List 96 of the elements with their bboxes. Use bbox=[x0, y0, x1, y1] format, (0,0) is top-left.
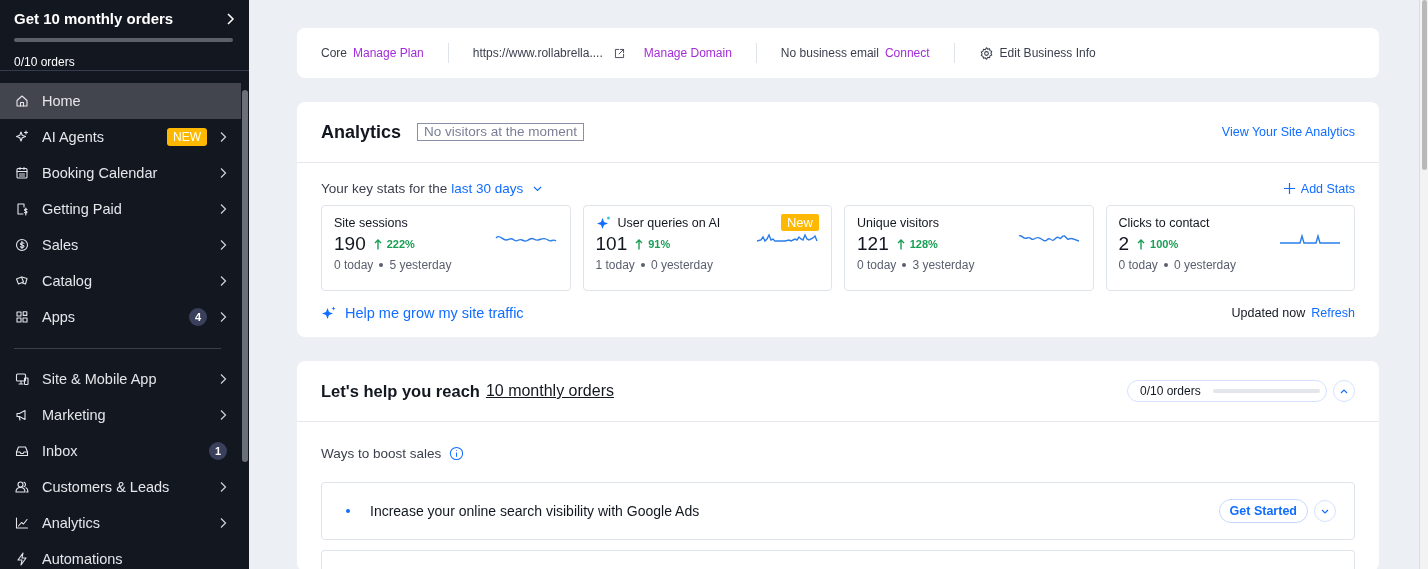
invoice-icon bbox=[14, 201, 30, 217]
info-icon[interactable] bbox=[449, 446, 465, 461]
add-stats-button[interactable]: Add Stats bbox=[1283, 181, 1355, 196]
count-badge: 1 bbox=[209, 442, 227, 460]
new-badge: New bbox=[781, 214, 819, 231]
nav-item[interactable]: Home bbox=[0, 83, 241, 119]
get-started-button[interactable]: Get Started bbox=[1218, 499, 1308, 523]
connect-link[interactable]: Connect bbox=[884, 46, 930, 60]
task-row[interactable]: Increase your online search visibility with Google Ads Get Started bbox=[321, 482, 1355, 540]
stat-value: 121 bbox=[857, 233, 889, 255]
status-badge: No visitors at the moment bbox=[417, 123, 585, 141]
section-title: Analytics bbox=[321, 121, 402, 143]
scrollbar[interactable] bbox=[1419, 0, 1428, 569]
manage-plan-link[interactable]: Manage Plan bbox=[353, 46, 424, 60]
stat-yesterday: 3 yesterday bbox=[912, 258, 975, 272]
nav-item[interactable]: Automations bbox=[0, 541, 241, 569]
nav-item[interactable]: Getting Paid bbox=[0, 191, 241, 227]
chevron-down-icon bbox=[533, 185, 543, 192]
stat-title: Unique visitors bbox=[857, 215, 939, 230]
sparkline bbox=[1017, 234, 1080, 242]
stat-title: Clicks to contact bbox=[1118, 215, 1210, 230]
stat-today: 0 today bbox=[1118, 258, 1158, 272]
nav-item[interactable]: Site & Mobile App bbox=[0, 361, 241, 397]
nav-item[interactable]: Catalog bbox=[0, 263, 241, 299]
goal-button[interactable]: Get 10 monthly orders bbox=[14, 10, 235, 27]
stat-today: 0 today bbox=[857, 258, 897, 272]
calendar-icon bbox=[14, 165, 30, 181]
nav-item[interactable]: Marketing bbox=[0, 397, 241, 433]
nav-item[interactable]: AI Agents NEW bbox=[0, 119, 241, 155]
stat-change: 91% bbox=[635, 238, 671, 250]
stat-card[interactable]: Clicks to contact 2 100% 0 today 0 yesterday bbox=[1105, 205, 1355, 291]
sparkline bbox=[756, 233, 818, 243]
stats-label: Your key stats for the bbox=[321, 181, 448, 196]
sparkle-icon bbox=[321, 305, 337, 321]
chevron-right-icon bbox=[226, 11, 235, 26]
edit-business-info-link[interactable]: Edit Business Info bbox=[999, 46, 1096, 60]
inbox-icon bbox=[14, 443, 30, 459]
arrow-up-icon bbox=[373, 238, 382, 250]
goal-link[interactable]: 10 monthly orders bbox=[485, 382, 614, 400]
stat-card[interactable]: Site sessions 190 222% 0 today 5 yesterday bbox=[321, 205, 571, 291]
expand-button[interactable] bbox=[1314, 500, 1336, 522]
manage-domain-link[interactable]: Manage Domain bbox=[643, 46, 732, 60]
stat-value: 190 bbox=[334, 233, 366, 255]
sparkline bbox=[1279, 233, 1341, 244]
stat-card[interactable]: User queries on AI New 101 91% 1 today 0 yesterday bbox=[582, 205, 832, 291]
nav-item[interactable]: Sales bbox=[0, 227, 241, 263]
count-badge: 4 bbox=[189, 308, 207, 326]
section-title: Let's help you reach bbox=[321, 381, 480, 401]
arrow-up-icon bbox=[1137, 238, 1146, 250]
task-row[interactable] bbox=[321, 550, 1355, 569]
domain-url: https://www.rollabrella.... bbox=[472, 46, 603, 60]
stat-title: Site sessions bbox=[334, 215, 408, 230]
stat-card[interactable]: Unique visitors 121 128% 0 today 3 yesterday bbox=[844, 205, 1094, 291]
section-subtitle: Ways to boost sales bbox=[321, 446, 442, 461]
stat-yesterday: 5 yesterday bbox=[389, 258, 452, 272]
chevron-down-icon bbox=[1321, 508, 1329, 514]
period-dropdown[interactable]: last 30 days bbox=[451, 181, 543, 196]
nav-item[interactable]: Inbox 1 bbox=[0, 433, 241, 469]
stat-yesterday: 0 yesterday bbox=[650, 258, 713, 272]
stat-change: 128% bbox=[896, 238, 938, 250]
task-text: Increase your online search visibility with Google Ads bbox=[370, 503, 700, 519]
help-grow-traffic-link[interactable]: Help me grow my site traffic bbox=[321, 305, 524, 321]
stat-today: 0 today bbox=[334, 258, 374, 272]
arrow-up-icon bbox=[635, 238, 644, 250]
nav-item[interactable]: Booking Calendar bbox=[0, 155, 241, 191]
nav-item[interactable]: Apps 4 bbox=[0, 299, 241, 335]
people-icon bbox=[14, 479, 30, 495]
nav-item[interactable]: Analytics bbox=[0, 505, 241, 541]
stat-change: 222% bbox=[373, 238, 415, 250]
new-badge: NEW bbox=[167, 128, 207, 146]
devices-icon bbox=[14, 371, 30, 387]
sparkline bbox=[494, 235, 557, 242]
plus-icon bbox=[1283, 183, 1295, 194]
arrow-up-icon bbox=[896, 238, 905, 250]
stat-value: 2 bbox=[1118, 233, 1130, 255]
collapse-button[interactable] bbox=[1333, 380, 1355, 402]
stat-change: 100% bbox=[1137, 238, 1179, 250]
stat-today: 1 today bbox=[595, 258, 635, 272]
chevron-up-icon bbox=[1340, 388, 1348, 394]
progress-text: 0/10 orders bbox=[14, 55, 75, 69]
stat-yesterday: 0 yesterday bbox=[1173, 258, 1236, 272]
plan-name: Core bbox=[321, 46, 347, 60]
home-icon bbox=[14, 93, 30, 109]
apps-icon bbox=[14, 309, 30, 325]
chart-icon bbox=[14, 515, 30, 531]
external-link-icon bbox=[612, 46, 626, 60]
email-status: No business email bbox=[780, 46, 879, 60]
stat-title: User queries on AI bbox=[617, 215, 721, 230]
view-analytics-link[interactable]: View Your Site Analytics bbox=[1221, 125, 1355, 139]
settings-icon bbox=[978, 45, 994, 61]
dollar-icon bbox=[14, 237, 30, 253]
scrollbar[interactable] bbox=[242, 90, 248, 462]
refresh-link[interactable]: Refresh bbox=[1311, 306, 1355, 320]
nav-item[interactable]: Customers & Leads bbox=[0, 469, 241, 505]
stat-value: 101 bbox=[595, 233, 628, 255]
updated-text: Updated now bbox=[1231, 306, 1306, 320]
